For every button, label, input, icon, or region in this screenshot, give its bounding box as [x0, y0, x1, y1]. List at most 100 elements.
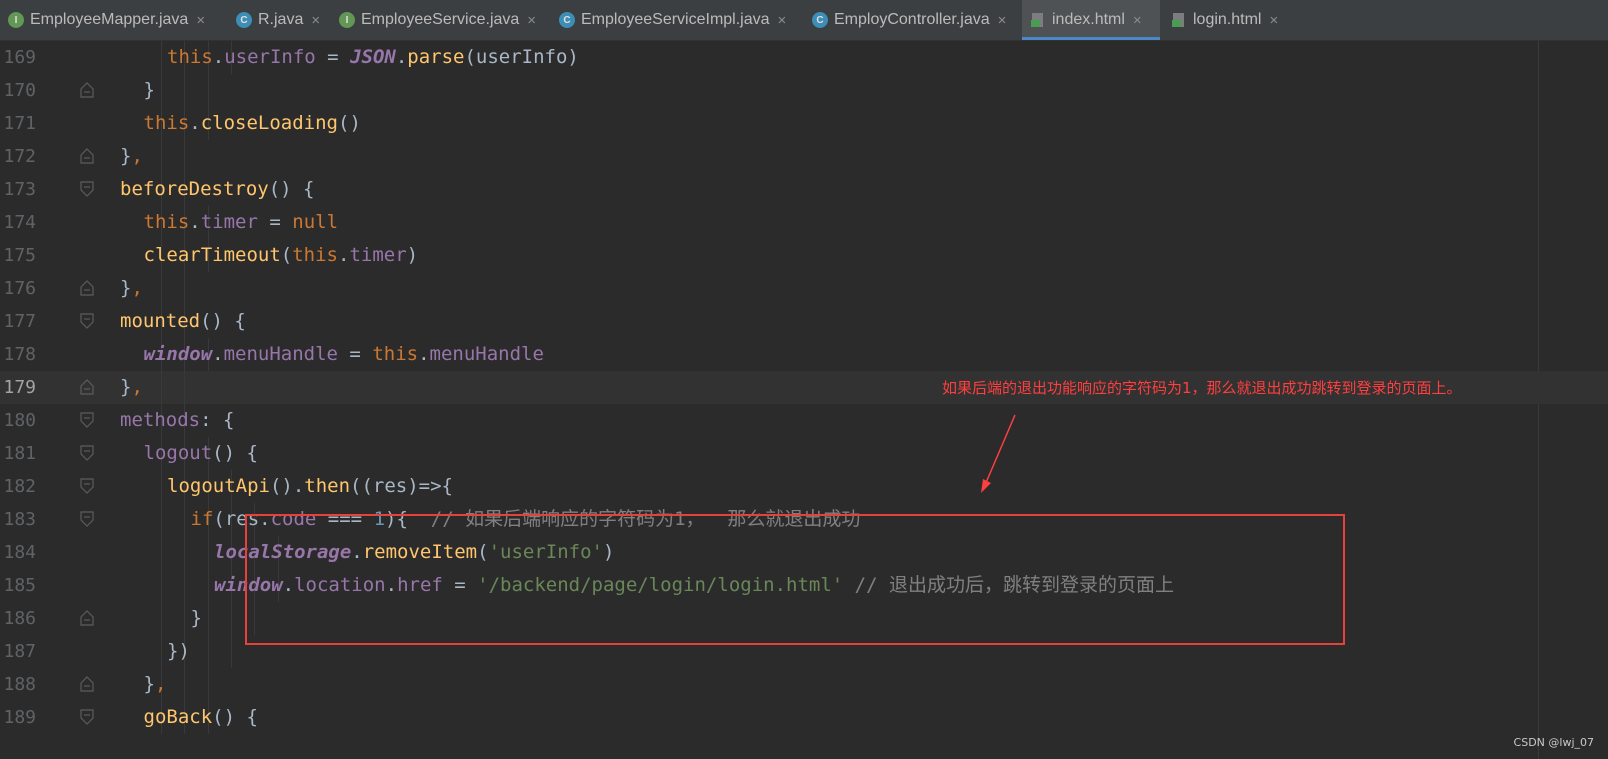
close-icon[interactable]: ×	[527, 12, 536, 29]
line-number: 188	[3, 674, 36, 695]
code-line[interactable]: 182 logoutApi().then((res)=>{	[0, 470, 1608, 503]
close-icon[interactable]: ×	[1133, 12, 1142, 29]
indent-guide	[160, 503, 162, 536]
code-token: () {	[200, 310, 246, 332]
line-number: 184	[3, 542, 36, 563]
code-line[interactable]: 181 logout() {	[0, 437, 1608, 470]
fold-marker-icon[interactable]	[80, 511, 94, 527]
tab-login-html[interactable]: login.html ×	[1163, 0, 1303, 40]
tab-employeeservice-java[interactable]: I EmployeeService.java ×	[331, 0, 548, 40]
code-line[interactable]: 169 this.userInfo = JSON.parse(userInfo)	[0, 41, 1608, 74]
code-token: () {	[212, 706, 258, 728]
code-line[interactable]: 188},	[0, 668, 1608, 701]
class-icon: C	[559, 12, 575, 28]
code-token: then	[304, 475, 351, 497]
fold-marker-icon[interactable]	[80, 181, 94, 197]
code-token: clearTimeout	[143, 244, 281, 266]
fold-marker-icon[interactable]	[80, 148, 94, 164]
close-icon[interactable]: ×	[1269, 12, 1278, 29]
code-line[interactable]: 173 beforeDestroy() {	[0, 173, 1608, 206]
code-text: mounted() {	[120, 305, 246, 338]
code-editor[interactable]: 169 this.userInfo = JSON.parse(userInfo) 1…	[0, 41, 1608, 759]
indent-guide	[184, 569, 186, 602]
close-icon[interactable]: ×	[311, 12, 320, 29]
code-token: }	[120, 145, 132, 167]
code-token: (userInfo)	[464, 46, 579, 68]
indent-guide	[184, 74, 186, 107]
tab-employeeserviceimpl-java[interactable]: C EmployeeServiceImpl.java ×	[551, 0, 801, 40]
indent-guide	[184, 140, 186, 173]
highlight-box	[245, 514, 1345, 645]
code-token: this	[143, 112, 190, 134]
code-line[interactable]: 180 methods: {	[0, 404, 1608, 437]
code-token: null	[292, 211, 339, 233]
code-text: window.menuHandle = this.menuHandle	[144, 338, 544, 371]
indent-guide	[184, 668, 186, 701]
indent-guide	[207, 536, 209, 569]
code-line[interactable]: 178 window.menuHandle = this.menuHandle	[0, 338, 1608, 371]
code-token: })	[167, 640, 190, 662]
indent-guide	[231, 635, 232, 668]
code-line[interactable]: 175 clearTimeout(this.timer)	[0, 239, 1608, 272]
code-token: menuHandle	[429, 343, 544, 365]
code-text: beforeDestroy() {	[120, 173, 314, 206]
line-number: 187	[3, 641, 36, 662]
code-line[interactable]: 176},	[0, 272, 1608, 305]
fold-marker-icon[interactable]	[80, 478, 94, 494]
fold-marker-icon[interactable]	[80, 445, 94, 461]
indent-guide	[160, 602, 162, 635]
line-number: 180	[3, 410, 36, 431]
indent-guide	[160, 272, 162, 305]
indent-guide	[184, 503, 186, 536]
code-token: ,	[154, 673, 167, 695]
code-line[interactable]: 170}	[0, 74, 1608, 107]
html-file-icon	[1171, 12, 1187, 28]
code-token: logout	[143, 442, 213, 464]
code-token: )	[406, 244, 419, 266]
code-line[interactable]: 171 this.closeLoading()	[0, 107, 1608, 140]
code-token: menuHandle	[223, 343, 338, 365]
code-token: .	[418, 343, 430, 365]
tab-r-java[interactable]: C R.java ×	[228, 0, 328, 40]
line-number: 172	[3, 146, 36, 167]
code-token: JSON	[350, 46, 396, 68]
code-token: .	[212, 46, 225, 68]
fold-marker-icon[interactable]	[80, 610, 94, 626]
fold-marker-icon[interactable]	[80, 280, 94, 296]
code-line[interactable]: 172},	[0, 140, 1608, 173]
tab-index-html[interactable]: index.html ×	[1022, 0, 1160, 40]
indent-guide	[160, 140, 162, 173]
html-file-icon	[1030, 12, 1046, 28]
editor-tab-bar: I EmployeeMapper.java × C R.java × I EmployeeSe…	[0, 0, 1608, 41]
tab-label: EmployeeService.java	[361, 11, 520, 28]
code-token: : {	[200, 409, 235, 431]
indent-guide	[207, 602, 209, 635]
code-token: userInfo	[224, 46, 316, 68]
tab-employcontroller-java[interactable]: C EmployController.java ×	[804, 0, 1019, 40]
code-token: .	[212, 343, 224, 365]
fold-marker-icon[interactable]	[80, 313, 94, 329]
close-icon[interactable]: ×	[778, 12, 787, 29]
class-icon: C	[812, 12, 828, 28]
code-token: () {	[268, 178, 315, 200]
fold-marker-icon[interactable]	[80, 709, 94, 725]
line-number: 179	[3, 377, 36, 398]
fold-marker-icon[interactable]	[80, 412, 94, 428]
fold-marker-icon[interactable]	[80, 379, 94, 395]
code-line[interactable]: 174 this.timer = null	[0, 206, 1608, 239]
fold-marker-icon[interactable]	[80, 676, 94, 692]
code-line[interactable]: 189 goBack() {	[0, 701, 1608, 734]
tab-employeemapper-java[interactable]: I EmployeeMapper.java ×	[0, 0, 225, 40]
indent-guide	[184, 272, 186, 305]
code-token: }	[120, 277, 132, 299]
code-line[interactable]: 177 mounted() {	[0, 305, 1608, 338]
line-number: 176	[3, 278, 36, 299]
code-text: logout() {	[144, 437, 258, 470]
close-icon[interactable]: ×	[998, 12, 1007, 29]
code-token: =	[257, 211, 293, 233]
line-number: 169	[3, 47, 36, 68]
close-icon[interactable]: ×	[196, 12, 205, 29]
code-token: this	[143, 211, 190, 233]
line-number: 173	[3, 179, 36, 200]
fold-marker-icon[interactable]	[80, 82, 94, 98]
